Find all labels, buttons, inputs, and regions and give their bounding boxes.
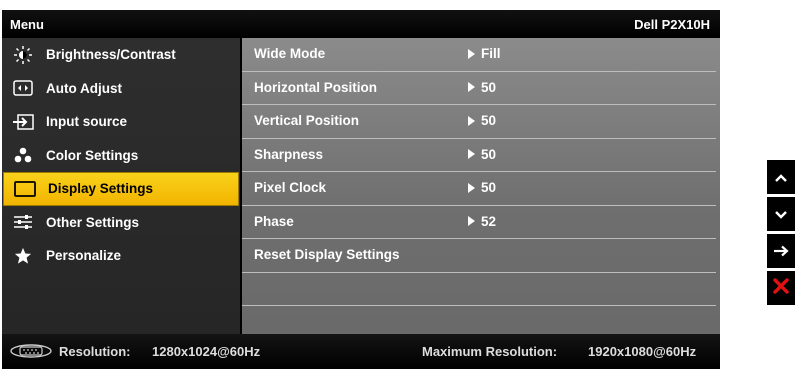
arrow-right-icon	[468, 115, 475, 126]
down-button[interactable]	[767, 197, 795, 231]
resolution-label: Resolution:	[59, 344, 131, 359]
arrow-right-icon	[468, 216, 475, 226]
main-menu-list: Brightness/Contrast Auto Adjust Input so…	[2, 38, 240, 334]
osd-header: Menu Dell P2X10H	[2, 10, 720, 38]
monitor-buttons	[767, 160, 795, 308]
display-settings-panel: Wide Mode Fill Horizontal Position 50 Ve…	[242, 38, 720, 334]
setting-horizontal-position[interactable]: Horizontal Position 50	[242, 72, 716, 105]
input-source-icon	[12, 113, 34, 131]
auto-adjust-icon	[12, 79, 34, 97]
setting-label: Wide Mode	[254, 46, 326, 61]
menu-item-label: Other Settings	[46, 214, 140, 230]
arrow-right-icon	[468, 182, 475, 193]
setting-wide-mode[interactable]: Wide Mode Fill	[242, 38, 716, 72]
menu-item-label: Input source	[46, 114, 128, 130]
menu-item-label: Color Settings	[46, 147, 139, 163]
setting-label: Vertical Position	[254, 113, 360, 128]
setting-label: Phase	[254, 213, 294, 229]
color-settings-icon	[12, 146, 34, 164]
display-settings-icon	[14, 180, 36, 198]
setting-value: 50	[468, 180, 496, 195]
vga-connector-icon	[10, 344, 52, 361]
setting-vertical-position[interactable]: Vertical Position 50	[242, 105, 716, 139]
setting-value: 50	[468, 80, 496, 95]
menu-item-display-settings[interactable]: Display Settings	[3, 172, 239, 206]
chevron-up-icon	[774, 167, 788, 188]
setting-label: Reset Display Settings	[254, 247, 400, 262]
menu-title: Menu	[10, 17, 44, 32]
close-icon	[773, 277, 789, 299]
enter-button[interactable]	[767, 234, 795, 268]
osd-menu: Menu Dell P2X10H Brightness/Contrast Aut…	[2, 10, 720, 369]
arrow-right-icon	[468, 48, 475, 59]
setting-label: Pixel Clock	[254, 180, 327, 195]
menu-item-label: Auto Adjust	[46, 80, 122, 96]
other-settings-icon	[12, 213, 34, 231]
star-icon	[12, 247, 34, 265]
exit-button[interactable]	[767, 271, 795, 305]
max-resolution-label: Maximum Resolution:	[422, 344, 558, 359]
up-button[interactable]	[767, 160, 795, 194]
osd-footer: Resolution: 1280x1024@60Hz Maximum Resol…	[2, 334, 720, 369]
setting-label: Sharpness	[254, 146, 324, 162]
model-name: Dell P2X10H	[634, 17, 710, 32]
menu-item-color-settings[interactable]: Color Settings	[2, 139, 240, 173]
setting-pixel-clock[interactable]: Pixel Clock 50	[242, 172, 716, 206]
menu-item-auto-adjust[interactable]: Auto Adjust	[2, 72, 240, 106]
setting-value: 52	[468, 214, 496, 229]
setting-reset-display-settings[interactable]: Reset Display Settings	[242, 239, 716, 273]
brightness-icon	[12, 45, 34, 64]
menu-item-label: Display Settings	[48, 181, 154, 197]
setting-value: 50	[468, 113, 496, 128]
arrow-right-icon	[773, 241, 789, 262]
max-resolution-value: 1920x1080@60Hz	[588, 344, 697, 359]
chevron-down-icon	[774, 204, 788, 225]
arrow-right-icon	[468, 149, 475, 159]
resolution-value: 1280x1024@60Hz	[152, 344, 261, 359]
menu-item-label: Brightness/Contrast	[46, 47, 176, 63]
menu-item-label: Personalize	[46, 248, 122, 264]
menu-item-personalize[interactable]: Personalize	[2, 239, 240, 273]
setting-value: Fill	[468, 46, 501, 61]
menu-item-input-source[interactable]: Input source	[2, 105, 240, 139]
menu-item-brightness-contrast[interactable]: Brightness/Contrast	[2, 38, 240, 72]
empty-row	[242, 273, 716, 306]
setting-sharpness[interactable]: Sharpness 50	[242, 139, 716, 172]
setting-value: 50	[468, 147, 496, 162]
setting-phase[interactable]: Phase 52	[242, 206, 716, 239]
menu-item-other-settings[interactable]: Other Settings	[2, 206, 240, 240]
arrow-right-icon	[468, 82, 475, 92]
setting-label: Horizontal Position	[254, 79, 377, 95]
